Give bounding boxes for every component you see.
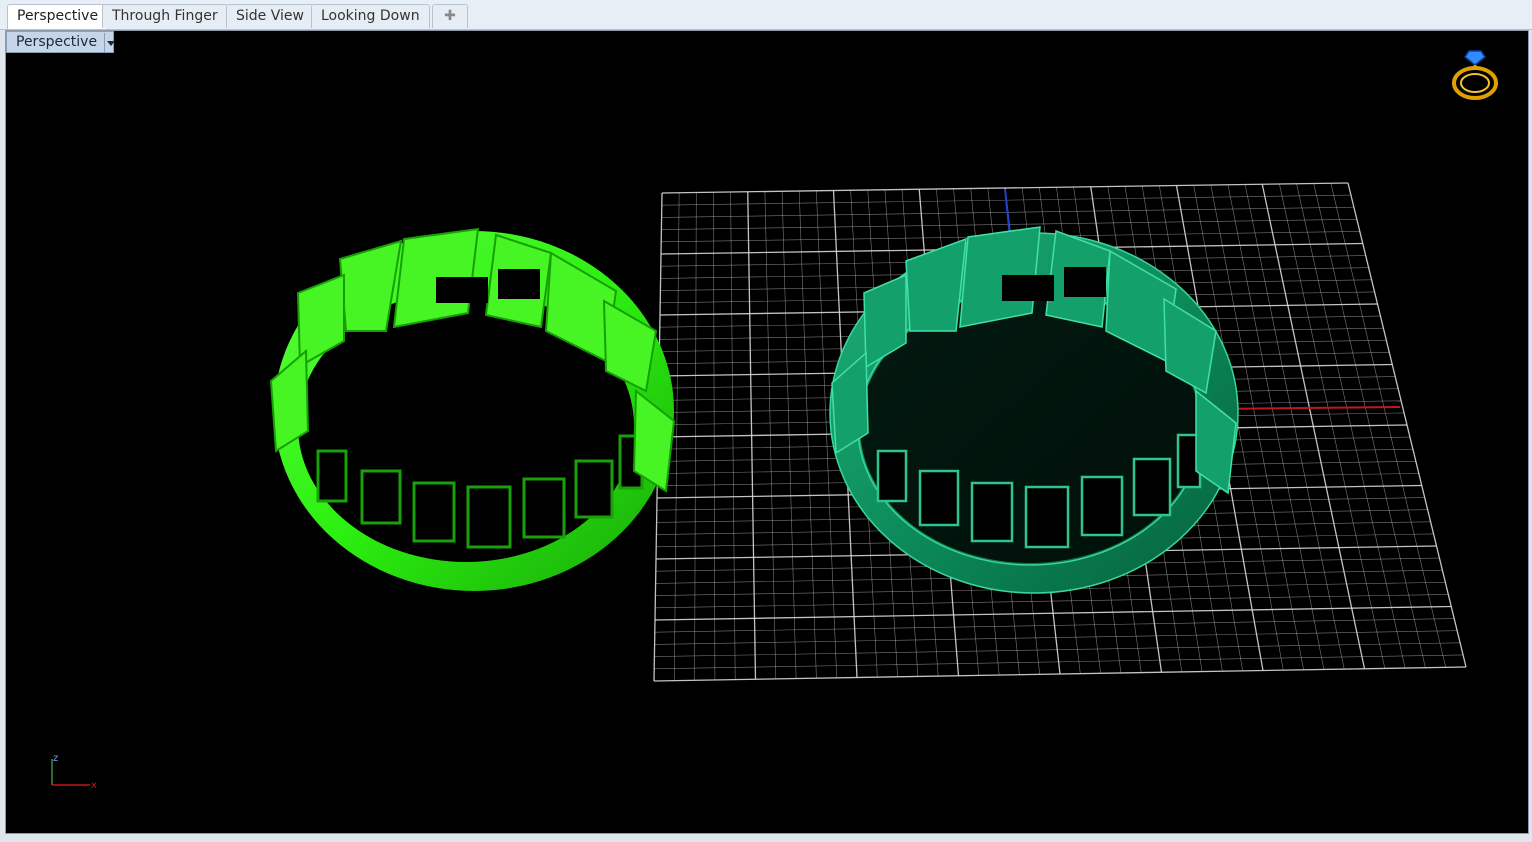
perspective-viewport[interactable]: Perspective z x	[5, 30, 1529, 834]
viewport-tab-bar: Perspective Through Finger Side View Loo…	[0, 0, 1532, 30]
axes-indicator-icon: z x	[51, 753, 97, 791]
add-tab-button[interactable]: ✚	[432, 4, 468, 28]
viewport-title-button[interactable]: Perspective	[6, 31, 115, 53]
tab-perspective[interactable]: Perspective	[7, 4, 109, 29]
ring-model-wireframe[interactable]	[829, 226, 1239, 594]
axes-z-label: z	[53, 753, 58, 764]
plus-icon: ✚	[444, 8, 456, 24]
axes-x-label: x	[91, 780, 97, 791]
tab-side-view[interactable]: Side View	[226, 4, 314, 28]
viewport-title: Perspective	[16, 34, 98, 50]
ring-icon[interactable]	[1449, 47, 1501, 103]
tab-looking-down[interactable]: Looking Down	[311, 4, 430, 28]
chevron-down-icon[interactable]	[104, 33, 115, 53]
tab-through-finger[interactable]: Through Finger	[102, 4, 228, 28]
ring-model-shaded[interactable]	[269, 227, 676, 591]
viewport-scene	[269, 182, 1467, 682]
